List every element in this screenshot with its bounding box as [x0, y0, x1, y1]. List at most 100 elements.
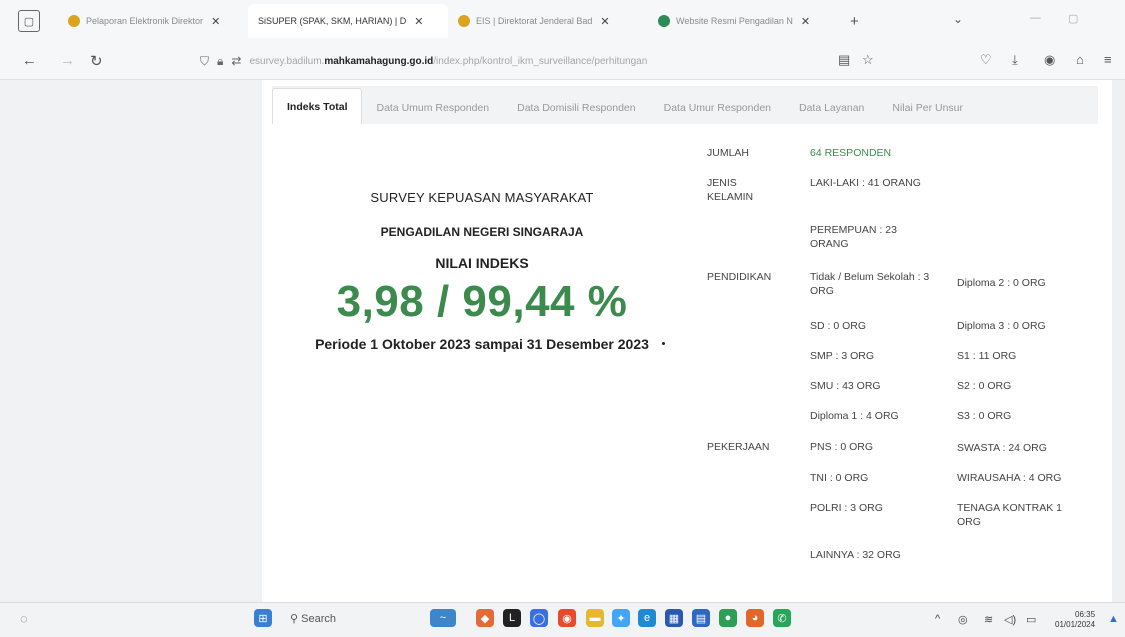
tab-sisuper[interactable]: SiSUPER (SPAK, SKM, HARIAN) | D ✕: [248, 4, 448, 38]
whatsapp-icon[interactable]: ✆: [773, 609, 791, 627]
account-icon[interactable]: ◉: [1044, 52, 1055, 68]
clock-date: 01/01/2024: [1055, 620, 1096, 629]
url-path: /index.php/kontrol_ikm_surveillance/perh…: [433, 55, 648, 67]
favicon-icon: [658, 15, 670, 27]
tab-list: Pelaporan Elektronik Direktor ✕ SiSUPER …: [58, 0, 859, 42]
close-tab-icon[interactable]: ✕: [211, 15, 220, 28]
reader-view-icon[interactable]: ▤: [838, 52, 850, 68]
edu-item: Diploma 1 : 4 ORG: [810, 410, 899, 422]
volume-icon[interactable]: ◁): [1004, 613, 1016, 626]
tab-data-umum-responden[interactable]: Data Umum Responden: [362, 92, 503, 124]
notification-bell-icon[interactable]: ▲: [1108, 613, 1119, 625]
favicon-icon: [68, 15, 80, 27]
pendidikan-label: PENDIDIKAN: [707, 271, 772, 283]
edu-item: SMU : 43 ORG: [810, 380, 881, 392]
reload-icon[interactable]: ↻: [90, 52, 103, 70]
tab-list-icon[interactable]: ▢: [18, 10, 40, 32]
tab-title: EIS | Direktorat Jenderal Bad: [476, 16, 593, 26]
system-clock[interactable]: 06:35 01/01/2024: [1055, 610, 1095, 630]
edge-icon[interactable]: e: [638, 609, 656, 627]
close-tab-icon[interactable]: ✕: [801, 15, 810, 28]
tab-pelaporan[interactable]: Pelaporan Elektronik Direktor ✕: [58, 4, 248, 38]
job-item: TENAGA KONTRAK 1 ORG: [957, 502, 1063, 528]
search-label: Search: [301, 613, 336, 625]
periode-text: Periode 1 Oktober 2023 sampai 31 Desembe…: [315, 336, 649, 352]
wifi-icon[interactable]: ≋: [984, 613, 993, 626]
index-value: 3,98 / 99,44 %: [336, 277, 628, 326]
close-tab-icon[interactable]: ✕: [600, 15, 609, 28]
forward-icon[interactable]: →: [60, 52, 75, 69]
index-summary: SURVEY KEPUASAN MASYARAKAT PENGADILAN NE…: [312, 190, 652, 353]
tab-title: Website Resmi Pengadilan N: [676, 16, 793, 26]
permissions-icon[interactable]: ⇄: [231, 54, 241, 68]
close-tab-icon[interactable]: ✕: [414, 15, 423, 28]
start-icon[interactable]: ⊞: [254, 609, 272, 627]
address-bar[interactable]: ⛉ 🔒︎ ⇄ esurvey.badilum. mahkamahagung.go…: [200, 49, 647, 73]
tab-nilai-per-unsur[interactable]: Nilai Per Unsur: [878, 92, 977, 124]
job-item: TNI : 0 ORG: [810, 472, 869, 484]
tab-eis[interactable]: EIS | Direktorat Jenderal Bad ✕: [448, 4, 648, 38]
store-icon[interactable]: ▦: [665, 609, 683, 627]
chevron-up-icon[interactable]: ^: [935, 613, 940, 625]
chevron-down-icon[interactable]: ⌄: [953, 12, 963, 26]
pocket-icon[interactable]: ♡: [980, 52, 992, 68]
edu-item: SD : 0 ORG: [810, 320, 867, 332]
job-item: POLRI : 3 ORG: [810, 502, 883, 514]
edu-item: S3 : 0 ORG: [957, 410, 1012, 422]
url-prefix: esurvey.badilum.: [249, 55, 325, 67]
jumlah-value: 64 RESPONDEN: [810, 147, 892, 159]
edu-item: Diploma 2 : 0 ORG: [957, 277, 1046, 289]
tab-data-domisili-responden[interactable]: Data Domisili Responden: [503, 92, 649, 124]
widgets-icon[interactable]: ◌: [20, 611, 28, 626]
tab-website-pn[interactable]: Website Resmi Pengadilan N ✕: [648, 4, 838, 38]
battery-icon[interactable]: ▭: [1026, 613, 1036, 626]
bookmark-star-icon[interactable]: ☆: [862, 52, 874, 68]
firefox-icon[interactable]: ◕: [746, 609, 764, 627]
survey-result-card: Indeks Total Data Umum Responden Data Do…: [262, 80, 1112, 602]
jumlah-label: JUMLAH: [707, 147, 750, 159]
job-item: SWASTA : 24 ORG: [957, 442, 1047, 454]
taskbar-app-icon[interactable]: L: [503, 609, 521, 627]
chrome-icon[interactable]: ◉: [558, 609, 576, 627]
tab-indeks-total[interactable]: Indeks Total: [272, 88, 363, 124]
female-count: PEREMPUAN : 23 ORANG: [810, 224, 897, 250]
survey-title: SURVEY KEPUASAN MASYARAKAT: [370, 190, 594, 205]
taskbar-app-icon[interactable]: ▤: [692, 609, 710, 627]
tab-data-layanan[interactable]: Data Layanan: [785, 92, 878, 124]
edu-item: Tidak / Belum Sekolah : 3 ORG: [810, 271, 930, 297]
download-icon[interactable]: ⤓: [1012, 52, 1018, 68]
page-left-gutter: [0, 80, 262, 600]
menu-icon[interactable]: ≡: [1104, 52, 1112, 67]
shield-icon[interactable]: ⛉: [200, 54, 209, 69]
edu-item: S1 : 11 ORG: [957, 350, 1017, 362]
tab-data-umur-responden[interactable]: Data Umur Responden: [650, 92, 785, 124]
back-icon[interactable]: ←: [22, 52, 37, 69]
court-name: PENGADILAN NEGERI SINGARAJA: [380, 225, 584, 239]
male-count: LAKI-LAKI : 41 ORANG: [810, 177, 921, 189]
result-tabs: Indeks Total Data Umum Responden Data Do…: [272, 86, 1098, 124]
edu-item: SMP : 3 ORG: [810, 350, 874, 362]
pekerjaan-label: PEKERJAAN: [707, 441, 770, 453]
maximize-icon[interactable]: ▢: [1068, 12, 1078, 25]
jenis-kelamin-label: JENIS KELAMIN: [707, 177, 754, 203]
stray-dot: [662, 342, 665, 345]
tab-title: SiSUPER (SPAK, SKM, HARIAN) | D: [258, 16, 407, 26]
new-tab-icon[interactable]: +: [850, 13, 859, 30]
minimize-icon[interactable]: —: [1030, 12, 1041, 24]
clock-time: 06:35: [1075, 610, 1096, 619]
lock-icon[interactable]: 🔒︎: [217, 54, 223, 69]
chat-icon[interactable]: ◯: [530, 609, 548, 627]
file-explorer-icon[interactable]: ▬: [586, 609, 604, 627]
nilai-indeks-label: NILAI INDEKS: [435, 255, 529, 271]
taskbar-app-icon[interactable]: ◆: [476, 609, 494, 627]
job-item: PNS : 0 ORG: [810, 441, 874, 453]
url-domain: mahkamahagung.go.id: [324, 55, 434, 67]
extensions-icon[interactable]: ⌂: [1076, 52, 1084, 67]
browser-tab-strip: ▢ Pelaporan Elektronik Direktor ✕ SiSUPE…: [0, 0, 1125, 42]
edu-item: Diploma 3 : 0 ORG: [957, 320, 1046, 332]
taskbar-app-icon[interactable]: ~: [430, 609, 456, 627]
taskbar-search[interactable]: ⚲ Search: [290, 612, 336, 625]
taskbar-app-icon[interactable]: ●: [719, 609, 737, 627]
taskbar-app-icon[interactable]: ✦: [612, 609, 630, 627]
network-icon[interactable]: ◎: [958, 613, 968, 626]
